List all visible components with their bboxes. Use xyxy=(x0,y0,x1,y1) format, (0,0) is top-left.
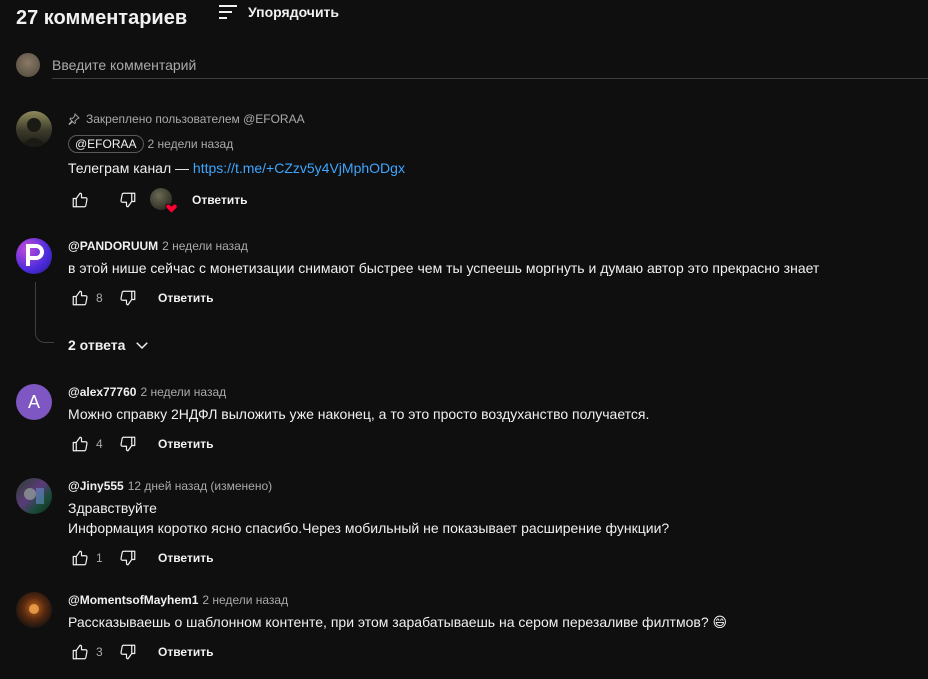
comment-input[interactable]: Введите комментарий xyxy=(52,52,928,79)
comment-meta: @Jiny555 12 дней назад (изменено) xyxy=(68,478,916,494)
comment-meta: @PANDORUUM 2 недели назад xyxy=(68,238,916,254)
comment-text: Здравствуйте Информация коротко ясно спа… xyxy=(68,498,916,538)
comment-time[interactable]: 12 дней назад (изменено) xyxy=(128,479,272,493)
thumbs-up-icon xyxy=(72,436,88,452)
pin-icon xyxy=(68,113,80,125)
comment-alex77760: A @alex77760 2 недели назад Можно справк… xyxy=(16,384,916,456)
comment-meta: @EFORAA 2 недели назад xyxy=(68,135,916,153)
thumbs-down-icon xyxy=(120,550,136,566)
chevron-down-icon xyxy=(136,342,149,350)
thread-connector xyxy=(35,282,54,343)
avatar[interactable] xyxy=(16,478,52,514)
avatar[interactable] xyxy=(16,592,52,628)
comment-time[interactable]: 2 недели назад xyxy=(162,239,248,253)
comment-time[interactable]: 2 недели назад xyxy=(202,593,288,607)
thumbs-up-icon xyxy=(72,644,88,660)
like-count: 3 xyxy=(96,645,103,659)
comment-body: @Jiny555 12 дней назад (изменено) Здравс… xyxy=(68,478,916,570)
avatar-image-icon xyxy=(24,488,44,504)
like-count: 4 xyxy=(96,437,103,451)
comment-body: Закреплено пользователем @EFORAA @EFORAA… xyxy=(68,111,916,215)
comment-jiny555: @Jiny555 12 дней назад (изменено) Здравс… xyxy=(16,478,916,570)
comment-count: 27 комментариев xyxy=(16,6,188,29)
reply-button[interactable]: Ответить xyxy=(158,551,213,565)
pinned-label: Закреплено пользователем @EFORAA xyxy=(86,112,305,126)
comment-text: Рассказываешь о шаблонном контенте, при … xyxy=(68,614,728,630)
author-name[interactable]: @Jiny555 xyxy=(68,479,124,493)
author-name[interactable]: @alex77760 xyxy=(68,385,136,399)
comment-body: @alex77760 2 недели назад Можно справку … xyxy=(68,384,916,456)
comment-text: Телеграм канал — https://t.me/+CZzv5y4Vj… xyxy=(68,158,916,178)
dislike-button[interactable] xyxy=(116,432,140,456)
sort-label: Упорядочить xyxy=(248,4,340,20)
comment-momentsofmayhem1: @MomentsofMayhem1 2 недели назад Рассказ… xyxy=(16,592,916,664)
like-count: 8 xyxy=(96,291,103,305)
comment-pinned: Закреплено пользователем @EFORAA @EFORAA… xyxy=(16,111,916,219)
avatar-letter: A xyxy=(27,391,40,412)
current-user-avatar xyxy=(16,53,40,77)
like-button[interactable] xyxy=(68,188,92,212)
dislike-button[interactable] xyxy=(116,640,140,664)
like-button[interactable] xyxy=(68,640,92,664)
author-name[interactable]: @MomentsofMayhem1 xyxy=(68,593,198,607)
reply-button[interactable]: Ответить xyxy=(158,291,213,305)
thumbs-down-icon xyxy=(120,192,136,208)
comment-text-prefix: Телеграм канал — xyxy=(68,160,193,176)
new-comment-row: Введите комментарий xyxy=(16,52,928,79)
sort-button[interactable]: Упорядочить xyxy=(218,4,339,20)
avatar[interactable] xyxy=(16,238,52,274)
dislike-button[interactable] xyxy=(116,546,140,570)
reply-button[interactable]: Ответить xyxy=(158,645,213,659)
thumbs-down-icon xyxy=(120,436,136,452)
like-button[interactable] xyxy=(68,546,92,570)
thumbs-up-icon xyxy=(72,192,88,208)
comment-text: в этой нише сейчас с монетизации снимают… xyxy=(68,260,820,276)
thumbs-up-icon xyxy=(72,550,88,566)
avatar-explosion-icon xyxy=(29,604,39,614)
thumbs-down-icon xyxy=(120,644,136,660)
comment-text-line: Здравствуйте xyxy=(68,500,157,516)
comment-pandoruum: @PANDORUUM 2 недели назад в этой нише се… xyxy=(16,238,916,308)
comment-actions: 8 Ответить xyxy=(68,286,916,310)
comments-header: 27 комментариев xyxy=(16,4,187,32)
comment-actions: 3 Ответить xyxy=(68,640,916,664)
dislike-button[interactable] xyxy=(116,188,140,212)
reply-button[interactable]: Ответить xyxy=(158,437,213,451)
comment-actions: 4 Ответить xyxy=(68,432,916,456)
thumbs-up-icon xyxy=(72,290,88,306)
dislike-button[interactable] xyxy=(116,286,140,310)
avatar[interactable]: A xyxy=(16,384,52,420)
heart-icon xyxy=(165,203,178,215)
comment-actions: Ответить xyxy=(68,188,916,215)
comment-actions: 1 Ответить xyxy=(68,546,916,570)
comment-meta: @alex77760 2 недели назад xyxy=(68,384,916,400)
sort-icon xyxy=(219,5,237,19)
creator-heart-badge[interactable] xyxy=(150,188,178,215)
author-name[interactable]: @EFORAA xyxy=(68,135,144,153)
avatar-letter-p-icon xyxy=(26,244,44,266)
telegram-link[interactable]: https://t.me/+CZzv5y4VjMphODgx xyxy=(193,160,405,176)
comment-text: Можно справку 2НДФЛ выложить уже наконец… xyxy=(68,406,650,422)
replies-count: 2 ответа xyxy=(68,337,126,353)
like-button[interactable] xyxy=(68,432,92,456)
comment-body: @MomentsofMayhem1 2 недели назад Рассказ… xyxy=(68,592,916,664)
pinned-row: Закреплено пользователем @EFORAA xyxy=(68,111,916,127)
like-count: 1 xyxy=(96,551,103,565)
author-name[interactable]: @PANDORUUM xyxy=(68,239,158,253)
like-button[interactable] xyxy=(68,286,92,310)
avatar-silhouette-icon xyxy=(21,118,47,147)
comment-time[interactable]: 2 недели назад xyxy=(148,137,234,151)
avatar[interactable] xyxy=(16,111,52,147)
comment-time[interactable]: 2 недели назад xyxy=(140,385,226,399)
thumbs-down-icon xyxy=(120,290,136,306)
comment-meta: @MomentsofMayhem1 2 недели назад xyxy=(68,592,916,608)
reply-button[interactable]: Ответить xyxy=(192,193,247,207)
show-replies-button[interactable]: 2 ответа xyxy=(68,336,151,354)
comment-text-line: Информация коротко ясно спасибо.Через мо… xyxy=(68,520,670,536)
comment-body: @PANDORUUM 2 недели назад в этой нише се… xyxy=(68,238,916,310)
